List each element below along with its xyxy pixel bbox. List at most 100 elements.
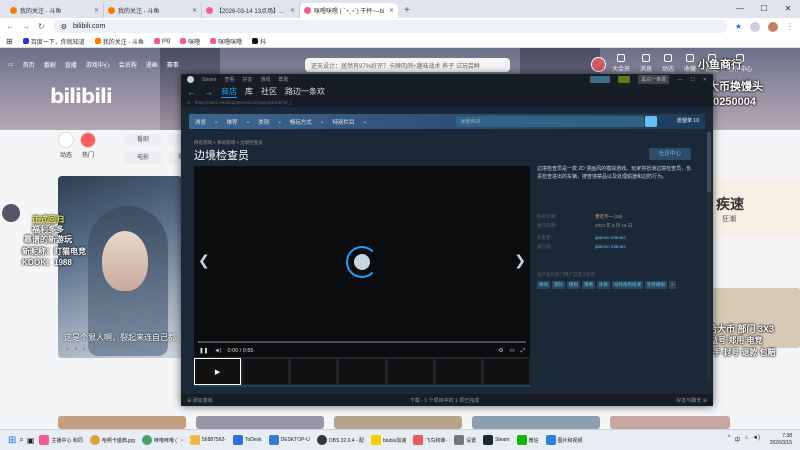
nav-link[interactable]: 赛事 (167, 60, 179, 69)
breadcrumb[interactable]: 所有游戏 > 休闲游戏 > 边境检查员 (194, 140, 263, 146)
minimize-icon[interactable]: — (728, 0, 752, 18)
apps-grid-icon[interactable]: ⊞ (6, 37, 13, 46)
theater-mode-icon[interactable]: ▭ (509, 348, 514, 354)
channel-pill[interactable]: 电影 (124, 152, 162, 164)
developer-link[interactable]: qianmo interact (595, 235, 626, 241)
back-icon[interactable]: ← (6, 22, 14, 31)
taskbar-app[interactable]: 设置 (452, 432, 478, 449)
bookmark-item[interactable]: 咪噜 (180, 37, 200, 46)
store-search-input[interactable]: 搜索商店 (456, 116, 644, 127)
task-view-icon[interactable]: ▣ (27, 436, 35, 445)
chevron-right-icon[interactable]: ❯ (514, 252, 526, 269)
carousel-banner[interactable]: 这是个狠人啊，裂起来连自己都 (58, 176, 182, 358)
close-window-icon[interactable]: ✕ (776, 0, 800, 18)
taskbar-app[interactable]: OBS 32.0.4 - 配 (315, 432, 366, 449)
account-menu[interactable]: 黑白一条尾 (638, 75, 670, 84)
bilibili-logo[interactable]: bilibili (50, 84, 113, 108)
page-scrollbar[interactable] (707, 132, 711, 382)
tab-library[interactable]: 库 (245, 86, 253, 97)
menu-item[interactable]: 游戏 (260, 76, 270, 83)
taskbar-app[interactable]: 哈啊卡盛典.jpg (88, 432, 137, 449)
profile-avatar[interactable] (768, 21, 778, 32)
tag-chip[interactable]: 冒险 (552, 281, 565, 289)
screenshot-thumbnail[interactable] (242, 358, 290, 385)
video-thumbnail[interactable] (58, 416, 186, 429)
reload-icon[interactable]: ↻ (38, 22, 45, 31)
favorite-entry[interactable]: 收藏 (684, 54, 696, 73)
maximize-icon[interactable]: ☐ (752, 0, 776, 18)
taskbar-app[interactable]: biubiu加速 (369, 432, 408, 449)
video-thumbnail[interactable] (196, 416, 324, 429)
network-icon[interactable]: ⌂ (744, 435, 748, 444)
channel-pill[interactable]: 番剧 (124, 134, 162, 146)
taskbar-app[interactable]: ToDesk (231, 432, 264, 449)
clock[interactable]: 7:38 2026/3/15 (770, 433, 792, 447)
forward-icon[interactable]: → (204, 87, 213, 97)
close-icon[interactable]: ✕ (94, 7, 99, 14)
browser-tab[interactable]: 我的关注 - 斗鱼 ✕ (104, 3, 202, 18)
store-nav-item[interactable]: 特别栏目 (333, 118, 355, 126)
community-hub-button[interactable]: 社区中心 (649, 148, 691, 160)
store-nav-item[interactable]: 推荐 (227, 118, 238, 126)
start-icon[interactable]: ⊞ (8, 435, 16, 446)
site-info-icon[interactable]: ⚙ (61, 23, 67, 31)
nav-link[interactable]: 游戏中心 (86, 60, 110, 69)
tag-chip[interactable]: 体育 (597, 281, 610, 289)
tab-profile[interactable]: 路边一条欢 (285, 86, 325, 97)
browser-tab[interactable]: 我的关注 - 斗鱼 ✕ (6, 3, 104, 18)
menu-item[interactable]: Steam (202, 77, 216, 83)
nav-link[interactable]: 番剧 (44, 60, 56, 69)
store-nav-item[interactable]: 类别 (258, 118, 269, 126)
tab-store[interactable]: 商店 (221, 86, 237, 98)
bookmark-star-icon[interactable]: ★ (735, 22, 742, 31)
notification-button[interactable] (618, 76, 631, 83)
screenshot-thumbnail[interactable] (434, 358, 482, 385)
browser-tab[interactable]: 【2026-03-14 13点场】pig的 ✕ (202, 3, 300, 18)
nav-link[interactable]: 会员购 (119, 60, 137, 69)
pause-icon[interactable]: ❚❚ (199, 348, 208, 354)
bookmark-item[interactable]: pig (154, 38, 170, 44)
tag-chip[interactable]: 动作角色扮演 (612, 281, 643, 289)
nav-link[interactable]: 首页 (23, 60, 35, 69)
message-entry[interactable]: 消息 (640, 54, 652, 73)
close-icon[interactable]: ✕ (703, 77, 707, 83)
nav-link[interactable]: 直播 (65, 60, 77, 69)
download-status[interactable]: 下载 - 1 个项目中的 1 项已完成 (213, 397, 677, 404)
search-icon[interactable]: ⌕ (19, 435, 23, 445)
video-card[interactable]: 疾速 狂潮 (712, 178, 800, 238)
chevron-up-icon[interactable]: ^ (728, 435, 731, 444)
video-progress-bar[interactable] (198, 341, 526, 343)
tab-community[interactable]: 社区 (261, 86, 277, 97)
tag-chip[interactable]: 休闲 (537, 281, 550, 289)
menu-item[interactable]: 帮助 (279, 76, 289, 83)
forward-icon[interactable]: → (22, 22, 30, 31)
screenshot-thumbnail[interactable] (338, 358, 386, 385)
screenshot-thumbnail[interactable] (482, 358, 530, 385)
close-icon[interactable]: ✕ (192, 7, 197, 14)
vip-entry[interactable]: 大会员 (612, 54, 630, 73)
channel-hot[interactable]: 热门 (80, 132, 96, 159)
carousel-dots[interactable]: ● ● ● ● ● ● ● ● (66, 346, 130, 352)
tag-chip[interactable]: 模拟 (567, 281, 580, 289)
thumbnail-scrollbar[interactable] (194, 385, 530, 387)
nav-link[interactable]: 漫画 (146, 60, 158, 69)
volume-icon[interactable]: ◄) (214, 348, 221, 354)
taskbar-app[interactable]: 微信 (515, 432, 541, 449)
menu-kebab-icon[interactable]: ⋮ (786, 22, 794, 31)
taskbar-app[interactable]: 飞鸟和蝉- (411, 432, 449, 449)
store-nav-item[interactable]: 畅玩方式 (290, 118, 312, 126)
friends-chat-button[interactable]: 好友与聊天 ⊕ (676, 397, 707, 404)
channel-dynamic[interactable]: 动态 (58, 132, 74, 159)
taskbar-app[interactable]: 图片和视频 (544, 432, 585, 449)
video-thumbnail[interactable] (472, 416, 600, 429)
store-nav-item[interactable]: 浏览 (195, 118, 206, 126)
wishlist-button[interactable]: 愿望单 10 (677, 117, 699, 124)
video-thumbnail[interactable]: ▶ (194, 358, 242, 385)
url-input[interactable]: ⚙ bilibili.com (52, 20, 727, 33)
bookmark-item[interactable]: 百度一下，你就知道 (22, 37, 85, 46)
tag-chip[interactable]: 生存模拟 (645, 281, 667, 289)
more-tags-button[interactable]: + (669, 281, 676, 289)
video-thumbnail[interactable] (610, 416, 730, 429)
volume-icon[interactable]: ◄) (752, 435, 760, 444)
bilibili-search-input[interactable]: 逆天设计：居然有97%好评？卡牌肉鸽+趣味战术 养子 试玩尝鲜 (305, 58, 510, 72)
